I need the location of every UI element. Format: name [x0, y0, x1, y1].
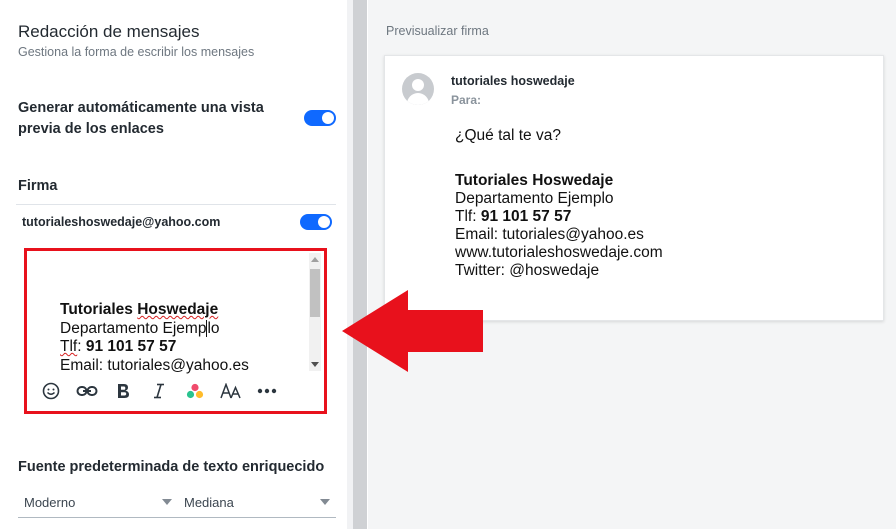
- chevron-down-icon: [162, 499, 172, 505]
- red-arrow-icon: [342, 290, 483, 372]
- font-default-heading: Fuente predeterminada de texto enriqueci…: [18, 459, 325, 475]
- color-icon[interactable]: [177, 379, 213, 403]
- signature-heading: Firma: [18, 178, 58, 194]
- editor-line-name: Tutoriales Hoswedaje: [60, 301, 310, 320]
- preview-heading: Previsualizar firma: [386, 24, 489, 38]
- editor-line-dept: Departamento Ejemplo: [60, 319, 310, 339]
- settings-window: Redacción de mensajes Gestiona la forma …: [0, 0, 896, 529]
- signature-toggle[interactable]: [300, 214, 332, 230]
- editor-toolbar: [33, 379, 293, 403]
- font-size-value: Mediana: [184, 495, 234, 510]
- preview-sig-name: Tutoriales Hoswedaje: [455, 172, 614, 189]
- scroll-up-icon[interactable]: [311, 257, 319, 262]
- preview-signature: Tutoriales Hoswedaje Departamento Ejempl…: [455, 172, 663, 280]
- font-size-icon[interactable]: [213, 379, 249, 403]
- more-icon[interactable]: [249, 379, 285, 403]
- preview-sig-web: www.tutorialeshoswedaje.com: [455, 244, 663, 261]
- editor-scrollbar[interactable]: [309, 253, 321, 371]
- section-title: Redacción de mensajes: [18, 22, 200, 41]
- chevron-down-icon: [320, 499, 330, 505]
- editor-phone-sep: :: [77, 338, 86, 355]
- emoji-icon[interactable]: [33, 379, 69, 403]
- avatar-icon: [402, 73, 434, 105]
- preview-sig-phone: Tlf: 91 101 57 57: [455, 208, 663, 226]
- editor-line-email: Email: tutoriales@yahoo.es: [60, 356, 249, 374]
- preview-to-label: Para:: [451, 93, 482, 107]
- divider: [16, 204, 336, 205]
- editor-dept-part-end: lo: [207, 319, 220, 337]
- scroll-thumb[interactable]: [310, 269, 320, 317]
- italic-icon[interactable]: [141, 379, 177, 403]
- preview-greeting: ¿Qué tal te va?: [455, 127, 561, 144]
- editor-dept-part: Departamento Ejemp: [60, 319, 207, 337]
- editor-line-phone: Tlf: 91 101 57 57: [60, 338, 310, 357]
- font-size-select[interactable]: Mediana: [178, 486, 336, 518]
- font-family-value: Moderno: [24, 495, 76, 510]
- preview-phone-label: Tlf:: [455, 208, 481, 225]
- signature-editor[interactable]: Tutoriales Hoswedaje Departamento Ejempl…: [24, 248, 327, 414]
- preview-card: tutoriales hoswedaje Para: ¿Qué tal te v…: [384, 55, 884, 321]
- avatar-body: [407, 93, 429, 105]
- section-subtitle: Gestiona la forma de escribir los mensaj…: [18, 45, 255, 59]
- toggle-knob: [318, 216, 330, 228]
- link-icon[interactable]: [69, 379, 105, 403]
- signature-editor-text[interactable]: Tutoriales Hoswedaje Departamento Ejempl…: [60, 301, 310, 375]
- font-family-select[interactable]: Moderno: [18, 486, 178, 518]
- preview-sender: tutoriales hoswedaje: [451, 74, 575, 88]
- bold-icon[interactable]: [105, 379, 141, 403]
- preview-panel: Previsualizar firma tutoriales hoswedaje…: [368, 0, 896, 529]
- link-preview-toggle[interactable]: [304, 110, 336, 126]
- editor-name-part: Tutoriales: [60, 301, 138, 318]
- editor-phone-label: Tlf: [60, 338, 78, 355]
- editor-phone-value: 91 101 57 57: [85, 338, 177, 355]
- preview-sig-email: Email: tutoriales@yahoo.es: [455, 226, 644, 243]
- preview-sig-twitter: Twitter: @hoswedaje: [455, 262, 600, 279]
- scroll-down-icon[interactable]: [311, 362, 319, 367]
- editor-name-misspelled: Hoswedaje: [137, 301, 219, 318]
- preview-phone-value: 91 101 57 57: [480, 208, 572, 225]
- panel-scrollbar[interactable]: [353, 0, 367, 529]
- toggle-knob: [322, 112, 334, 124]
- link-preview-label: Generar automáticamente una vista previa…: [18, 100, 264, 137]
- avatar-head: [412, 79, 424, 91]
- signature-account: tutorialeshoswedaje@yahoo.com: [22, 215, 221, 229]
- preview-sig-dept: Departamento Ejemplo: [455, 190, 614, 207]
- settings-panel: Redacción de mensajes Gestiona la forma …: [0, 0, 347, 529]
